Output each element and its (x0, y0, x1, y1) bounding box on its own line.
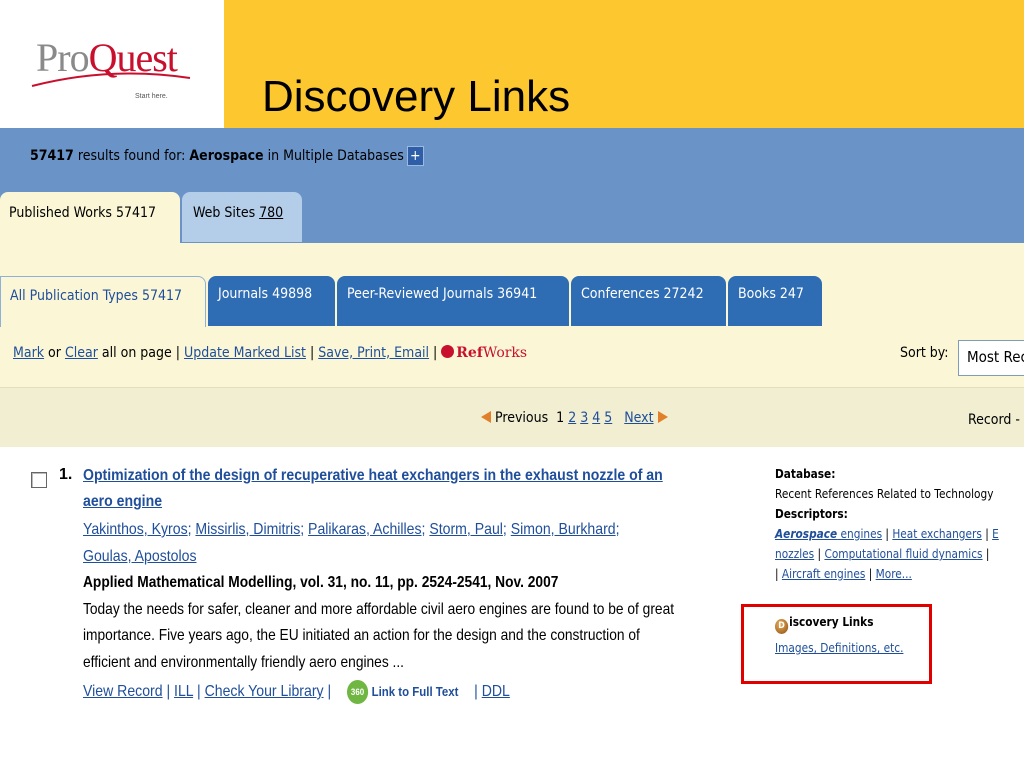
discovery-links-highlight (741, 604, 932, 684)
descriptor-link[interactable]: Aerospace engines (775, 527, 882, 541)
tab-web-sites[interactable]: Web Sites 780 (182, 192, 302, 242)
pagination-bar: Previous 1 2 3 4 5 Next Record - (0, 387, 1024, 447)
previous-arrow-icon (481, 411, 491, 423)
tab-published-works[interactable]: Published Works 57417 (0, 192, 180, 244)
clear-link[interactable]: Clear (65, 345, 98, 361)
update-marked-list-link[interactable]: Update Marked List (184, 345, 306, 361)
descriptor-link[interactable]: Heat exchangers (892, 527, 981, 541)
360-link-icon: 360 (346, 680, 369, 704)
next-arrow-icon (657, 411, 668, 423)
mark-actions: Mark or Clear all on page | Update Marke… (13, 345, 528, 361)
proquest-logo: ProQuest Start here. (0, 0, 224, 128)
ill-link[interactable]: ILL (174, 683, 193, 700)
author-link[interactable]: Goulas, Apostolos (83, 548, 196, 565)
author-link[interactable]: Yakinthos, Kyros (83, 521, 188, 538)
slide-title: Discovery Links (262, 72, 571, 121)
sort-label: Sort by: (900, 345, 949, 361)
ddl-link[interactable]: DDL (482, 683, 510, 700)
descriptors-line1: Aerospace engines | Heat exchangers | E (775, 527, 999, 541)
results-header: 57417 results found for: Aerospace in Mu… (0, 128, 1024, 244)
author-link[interactable]: Missirlis, Dimitris (195, 521, 300, 538)
database-label: Database: (775, 467, 836, 481)
logo-swoosh-icon (31, 72, 191, 87)
record-abstract-line: efficient and environmentally friendly a… (83, 654, 405, 671)
author-link[interactable]: Simon, Burkhard (511, 521, 616, 538)
record-checkbox[interactable] (31, 472, 47, 488)
page-5-link[interactable]: 5 (604, 410, 612, 426)
next-link[interactable]: Next (624, 410, 653, 426)
tab-journals[interactable]: Journals 49898 (208, 276, 335, 326)
record-title-link-cont[interactable]: aero engine (83, 490, 162, 514)
record-abstract-line: Today the needs for safer, cleaner and m… (83, 601, 675, 618)
results-summary: 57417 results found for: Aerospace in Mu… (30, 146, 424, 166)
record-abstract-line: importance. Five years ago, the EU initi… (83, 627, 640, 644)
save-print-email-link[interactable]: Save, Print, Email (318, 345, 429, 361)
link-to-full-text[interactable]: Link to Full Text (372, 684, 459, 699)
database-value: Recent References Related to Technology (775, 487, 994, 501)
record-links: View Record | ILL | Check Your Library |… (83, 680, 510, 704)
descriptor-link[interactable]: Computational fluid dynamics (824, 547, 982, 561)
descriptors-label: Descriptors: (775, 507, 848, 521)
record-authors: Yakinthos, Kyros; Missirlis, Dimitris; P… (83, 521, 620, 538)
tab-books[interactable]: Books 247 (728, 276, 822, 326)
record-title-link[interactable]: Optimization of the design of recuperati… (83, 464, 663, 488)
descriptor-link[interactable]: E (992, 527, 999, 541)
refworks-icon (441, 345, 455, 358)
refworks-button[interactable]: RefWorks (441, 345, 527, 361)
expand-databases-button[interactable]: + (406, 146, 424, 166)
page-3-link[interactable]: 3 (580, 410, 588, 426)
descriptors-line3: | Aircraft engines | More... (775, 567, 912, 581)
tab-peer-reviewed-journals[interactable]: Peer-Reviewed Journals 36941 (337, 276, 569, 326)
pagination: Previous 1 2 3 4 5 Next (481, 410, 668, 426)
record-label: Record - (968, 412, 1020, 428)
mark-link[interactable]: Mark (13, 345, 44, 361)
sort-select[interactable]: Most Recent (958, 340, 1024, 376)
check-library-link[interactable]: Check Your Library (205, 683, 324, 700)
record-authors-cont: Goulas, Apostolos (83, 545, 196, 569)
descriptor-link[interactable]: Aircraft engines (782, 567, 865, 581)
descriptor-link[interactable]: nozzles (775, 547, 814, 561)
author-link[interactable]: Palikaras, Achilles (308, 521, 421, 538)
author-link[interactable]: Storm, Paul (429, 521, 503, 538)
record-source: Applied Mathematical Modelling, vol. 31,… (83, 574, 559, 591)
action-bar: Mark or Clear all on page | Update Marke… (0, 327, 1024, 387)
view-record-link[interactable]: View Record (83, 683, 163, 700)
previous-link[interactable]: Previous (495, 410, 548, 426)
more-descriptors-link[interactable]: More... (876, 567, 912, 581)
logo-tagline: Start here. (135, 93, 168, 100)
descriptors-line2: nozzles | Computational fluid dynamics | (775, 547, 990, 561)
current-page: 1 (556, 410, 565, 426)
tab-conferences[interactable]: Conferences 27242 (571, 276, 726, 326)
record-number: 1. (59, 466, 73, 483)
tab-all-publication-types[interactable]: All Publication Types 57417 (0, 276, 206, 328)
page-2-link[interactable]: 2 (568, 410, 576, 426)
page-4-link[interactable]: 4 (592, 410, 600, 426)
